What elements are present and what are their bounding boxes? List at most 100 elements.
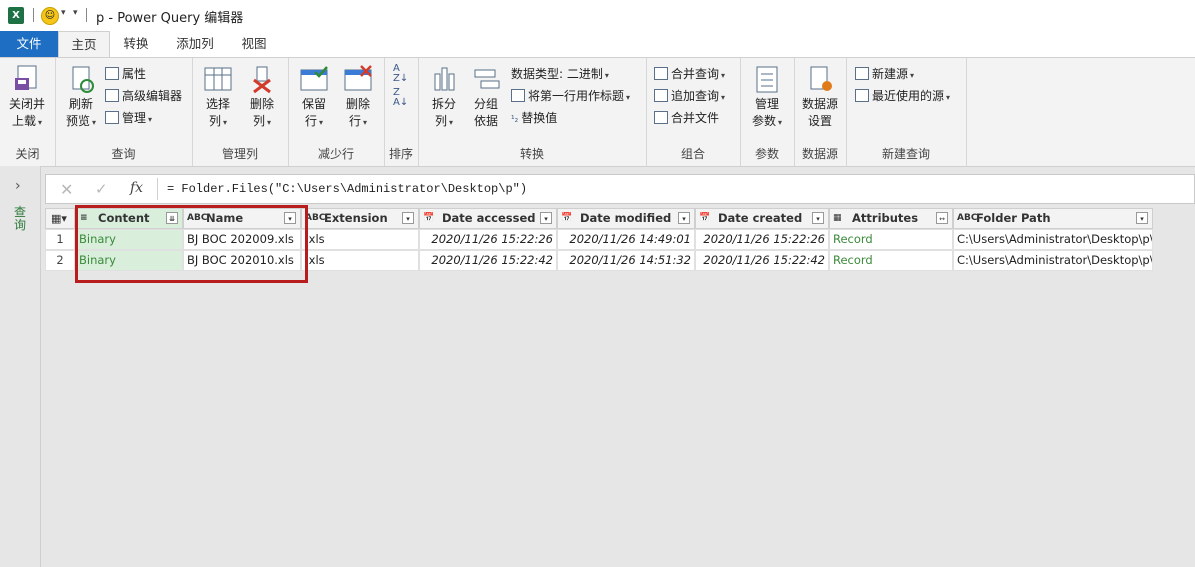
merge-queries-button[interactable]: 合并查询 ▾: [654, 65, 725, 83]
combine-files-button[interactable]: 合并文件: [654, 109, 719, 127]
folder-path-cell[interactable]: C:\Users\Administrator\Desktop\p\: [953, 229, 1153, 250]
group-sort: A Z↓ Z A↓ 排序: [384, 58, 419, 166]
group-label-transform: 转换: [519, 147, 544, 161]
new-source-button[interactable]: 新建源 ▾: [855, 65, 914, 83]
group-combine: 合并查询 ▾ 追加查询 ▾ 合并文件 组合: [646, 58, 741, 166]
remove-cols-label-2: 列 ▾: [252, 114, 272, 128]
row-number[interactable]: 1: [45, 229, 75, 250]
group-label-parameters: 参数: [754, 147, 779, 161]
confirm-formula-icon[interactable]: ✓: [95, 180, 108, 198]
column-header-date-accessed[interactable]: 📅 Date accessed ▾: [419, 208, 557, 229]
extension-cell[interactable]: .xls: [301, 229, 419, 250]
smiley-dropdown-icon[interactable]: ▾: [61, 8, 66, 18]
recent-sources-button[interactable]: 最近使用的源 ▾: [855, 87, 950, 105]
formula-input[interactable]: = Folder.Files("C:\Users\Administrator\D…: [167, 182, 527, 196]
extension-cell[interactable]: .xls: [301, 250, 419, 271]
group-label-manage-columns: 管理列: [221, 147, 258, 161]
row-number[interactable]: 2: [45, 250, 75, 271]
keep-rows-icon: [299, 64, 329, 94]
manage-parameters-button[interactable]: 管理 参数 ▾: [746, 64, 788, 131]
column-name: Folder Path: [976, 211, 1051, 225]
formula-separator: [157, 178, 158, 200]
remove-columns-button[interactable]: 删除 列 ▾: [242, 64, 282, 131]
date-modified-cell[interactable]: 2020/11/26 14:49:01: [557, 229, 695, 250]
column-type-icon[interactable]: 📅: [561, 209, 575, 228]
group-reduce-rows: 保留 行 ▾ 删除 行 ▾ 减少行: [288, 58, 385, 166]
sort-ascending-icon[interactable]: A Z↓: [393, 64, 408, 84]
column-type-icon[interactable]: 📅: [699, 209, 713, 228]
column-header-date-created[interactable]: 📅 Date created ▾: [695, 208, 829, 229]
column-type-icon[interactable]: ▦: [833, 209, 847, 228]
advanced-editor-button[interactable]: 高级编辑器: [105, 87, 182, 105]
keep-rows-button[interactable]: 保留 行 ▾: [294, 64, 334, 131]
refresh-label-2: 预览 ▾: [65, 114, 97, 128]
split-column-button[interactable]: 拆分 列 ▾: [424, 64, 464, 131]
column-header-attributes[interactable]: ▦ Attributes ⇿: [829, 208, 953, 229]
manage-button[interactable]: 管理 ▾: [105, 109, 152, 127]
append-queries-icon: [654, 89, 668, 102]
title-bar: X ☺ ▾ ▾ p - Power Query 编辑器: [0, 0, 1195, 31]
group-label-combine: 组合: [680, 147, 705, 161]
group-new-query: 新建源 ▾ 最近使用的源 ▾ 新建查询: [846, 58, 967, 166]
split-label-1: 拆分: [431, 97, 456, 111]
properties-button[interactable]: 属性: [105, 65, 146, 83]
date-created-cell[interactable]: 2020/11/26 15:22:42: [695, 250, 829, 271]
column-name: Date modified: [580, 211, 672, 225]
data-type-dropdown[interactable]: 数据类型: 二进制 ▾: [511, 65, 609, 83]
tab-transform[interactable]: 转换: [116, 31, 156, 56]
tab-add-column[interactable]: 添加列: [170, 31, 220, 56]
filter-dropdown-icon[interactable]: ▾: [1136, 212, 1148, 224]
quick-access-dropdown-icon[interactable]: ▾: [73, 8, 78, 18]
refresh-preview-button[interactable]: 刷新 预览 ▾: [61, 64, 101, 131]
column-type-icon[interactable]: ABC: [957, 209, 977, 228]
folder-path-cell[interactable]: C:\Users\Administrator\Desktop\p\: [953, 250, 1153, 271]
date-modified-cell[interactable]: 2020/11/26 14:51:32: [557, 250, 695, 271]
append-queries-button[interactable]: 追加查询 ▾: [654, 87, 725, 105]
smiley-feedback-icon[interactable]: ☺: [41, 7, 59, 25]
properties-icon: [105, 67, 119, 80]
tab-view[interactable]: 视图: [234, 31, 274, 56]
remove-rows-button[interactable]: 删除 行 ▾: [338, 64, 378, 131]
cancel-formula-icon[interactable]: ✕: [60, 180, 73, 199]
column-type-icon[interactable]: 📅: [423, 209, 437, 228]
date-accessed-cell[interactable]: 2020/11/26 15:22:26: [419, 229, 557, 250]
choose-columns-icon: [203, 64, 233, 94]
title-separator: [33, 8, 34, 22]
insert-function-icon[interactable]: fx: [130, 180, 143, 196]
group-query: 刷新 预览 ▾ 属性 高级编辑器 管理 ▾ 查询: [55, 58, 193, 166]
ribbon: 关闭并 上载 ▾ 关闭 刷新 预览 ▾ 属性 高级编辑器 管理 ▾ 查询 选择 列 ▾: [0, 57, 1195, 167]
use-first-row-headers-button[interactable]: 将第一行用作标题 ▾: [511, 87, 630, 105]
window-title: p - Power Query 编辑器: [96, 11, 244, 26]
remove-columns-icon: [247, 64, 277, 94]
queries-pane-label[interactable]: 查询: [12, 206, 28, 232]
filter-dropdown-icon[interactable]: ▾: [540, 212, 552, 224]
replace-values-button[interactable]: ¹₂ 替换值: [511, 109, 557, 127]
column-header-extension[interactable]: ABC Extension ▾: [301, 208, 419, 229]
column-header-folder-path[interactable]: ABC Folder Path ▾: [953, 208, 1153, 229]
filter-dropdown-icon[interactable]: ▾: [812, 212, 824, 224]
expand-queries-icon[interactable]: ›: [15, 178, 21, 194]
column-header-date-modified[interactable]: 📅 Date modified ▾: [557, 208, 695, 229]
expand-record-icon[interactable]: ⇿: [936, 212, 948, 224]
date-accessed-cell[interactable]: 2020/11/26 15:22:42: [419, 250, 557, 271]
column-name: Extension: [324, 211, 388, 225]
table-menu-button[interactable]: ▦▾: [45, 208, 75, 229]
refresh-icon: [66, 64, 96, 94]
tab-home[interactable]: 主页: [58, 31, 110, 58]
filter-dropdown-icon[interactable]: ▾: [678, 212, 690, 224]
choose-columns-button[interactable]: 选择 列 ▾: [198, 64, 238, 131]
record-cell[interactable]: Record: [829, 229, 953, 250]
filter-dropdown-icon[interactable]: ▾: [402, 212, 414, 224]
parameters-icon: [752, 64, 782, 94]
sort-descending-icon[interactable]: Z A↓: [393, 88, 408, 108]
close-and-load-button[interactable]: 关闭并 上载 ▾: [4, 64, 50, 131]
split-label-2: 列 ▾: [434, 114, 454, 128]
data-source-settings-button[interactable]: 数据源 设置: [798, 64, 842, 130]
data-source-settings-icon: [805, 64, 835, 94]
record-cell[interactable]: Record: [829, 250, 953, 271]
group-by-button[interactable]: 分组 依据: [466, 64, 506, 130]
tab-file[interactable]: 文件: [0, 31, 58, 57]
manage-icon: [105, 111, 119, 124]
date-created-cell[interactable]: 2020/11/26 15:22:26: [695, 229, 829, 250]
group-manage-columns: 选择 列 ▾ 删除 列 ▾ 管理列: [192, 58, 289, 166]
